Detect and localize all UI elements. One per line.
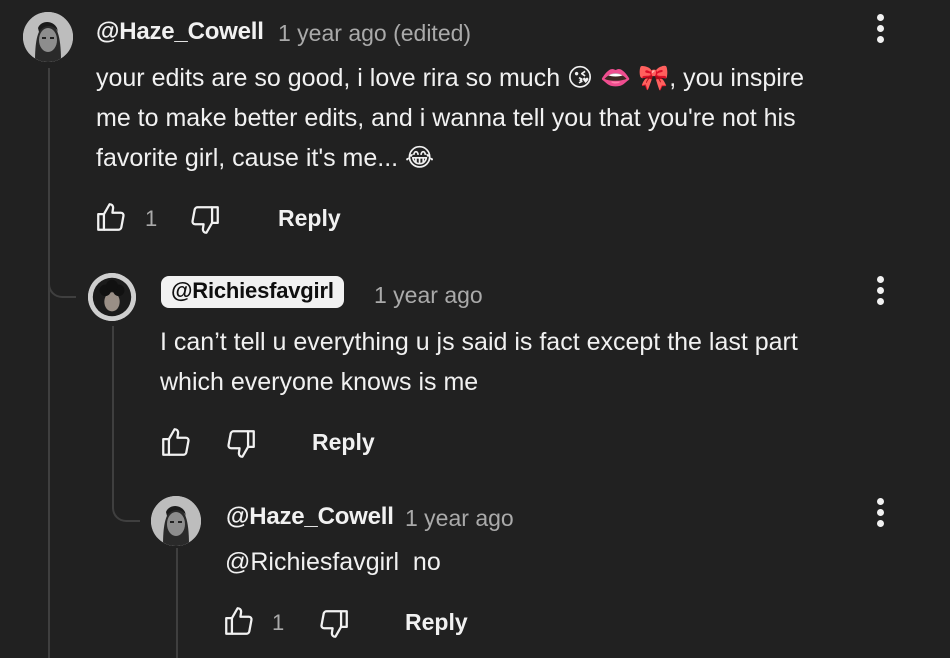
thread-line-nested bbox=[176, 548, 178, 658]
like-count: 1 bbox=[272, 610, 285, 635]
avatar[interactable] bbox=[23, 12, 73, 62]
thread-curve-reply-1 bbox=[48, 250, 76, 298]
comment-text-line: which everyone knows is me bbox=[160, 368, 479, 396]
comment-text-line: favorite girl, cause it's me... 😂 bbox=[96, 144, 435, 172]
thumbs-up-icon[interactable] bbox=[94, 200, 128, 234]
like-count: 1 bbox=[145, 206, 158, 231]
comment-timestamp[interactable]: 1 year ago (edited) bbox=[278, 20, 471, 47]
comment-text: your edits are so good, i love rira so m… bbox=[96, 58, 916, 178]
reply-button[interactable]: Reply bbox=[312, 429, 375, 456]
comment-author[interactable]: @Haze_Cowell bbox=[96, 18, 264, 46]
thumbs-down-icon[interactable] bbox=[188, 203, 222, 237]
avatar[interactable] bbox=[88, 273, 136, 321]
more-vertical-icon[interactable] bbox=[874, 498, 886, 532]
thumbs-down-icon[interactable] bbox=[317, 607, 351, 641]
avatar[interactable] bbox=[151, 496, 201, 546]
avatar-face-icon bbox=[151, 496, 201, 546]
comment-author[interactable]: @Haze_Cowell bbox=[226, 503, 394, 531]
thread-line-main bbox=[48, 68, 50, 658]
thread-curve-reply-2 bbox=[112, 470, 140, 522]
reply-button[interactable]: Reply bbox=[405, 609, 468, 636]
comment-timestamp[interactable]: 1 year ago bbox=[405, 505, 514, 532]
thumbs-down-icon[interactable] bbox=[224, 427, 258, 461]
comment-timestamp[interactable]: 1 year ago bbox=[374, 282, 483, 309]
reply-button[interactable]: Reply bbox=[278, 205, 341, 232]
comment-text-line: I can’t tell u everything u js said is f… bbox=[160, 328, 798, 356]
more-vertical-icon[interactable] bbox=[874, 14, 886, 48]
avatar-face-icon bbox=[88, 273, 136, 321]
comment-text-line: @Richiesfavgirl no bbox=[225, 548, 441, 576]
more-vertical-icon[interactable] bbox=[874, 276, 886, 310]
comment-text-line: your edits are so good, i love rira so m… bbox=[96, 64, 805, 92]
thumbs-up-icon[interactable] bbox=[222, 604, 256, 638]
comment-text-line: me to make better edits, and i wanna tel… bbox=[96, 104, 796, 132]
comment-author[interactable]: @Richiesfavgirl bbox=[161, 276, 344, 308]
comment-text: @Richiesfavgirl no bbox=[225, 542, 905, 582]
avatar-face-icon bbox=[23, 12, 73, 62]
comment-text: I can’t tell u everything u js said is f… bbox=[160, 322, 920, 402]
thumbs-up-icon[interactable] bbox=[159, 425, 193, 459]
